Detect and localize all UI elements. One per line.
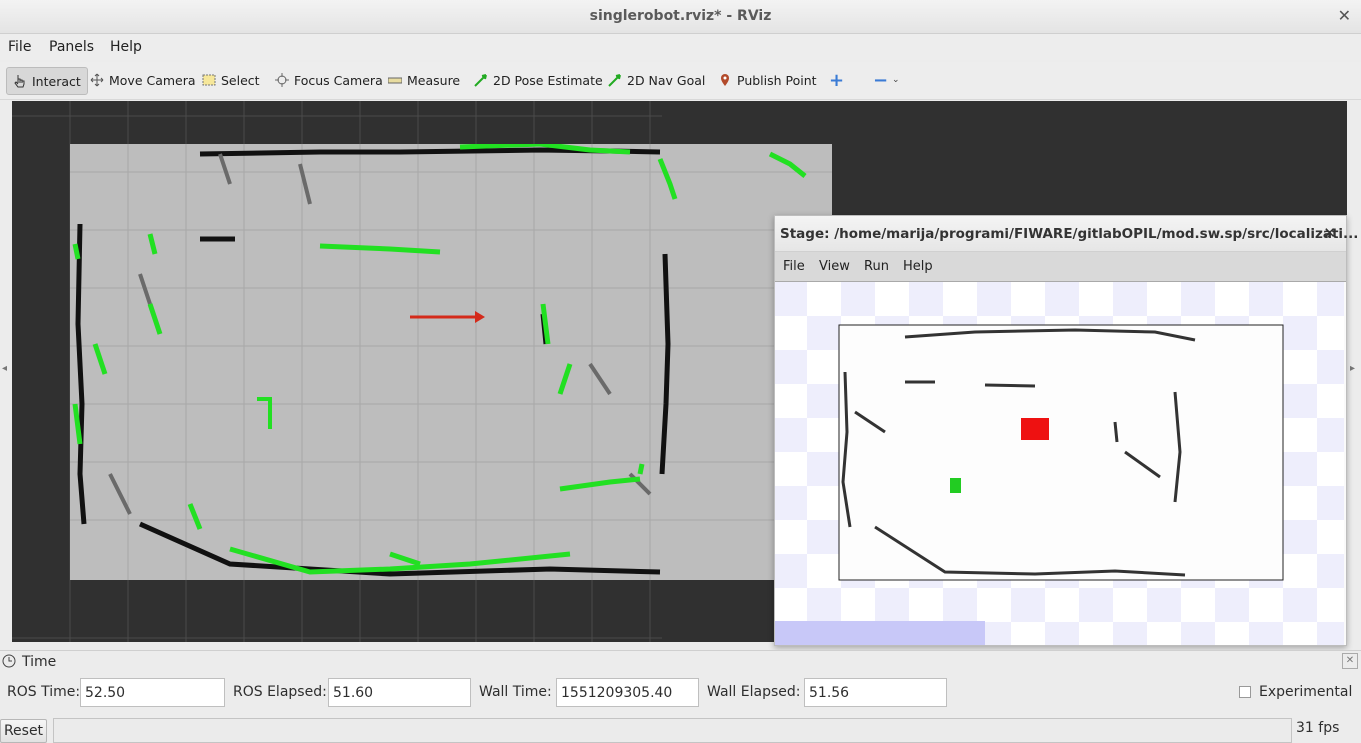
window-close-icon[interactable]: ✕ xyxy=(1338,6,1351,25)
stage-title: Stage: /home/marija/programi/FIWARE/gitl… xyxy=(780,226,1359,242)
interact-tool-button[interactable]: Interact xyxy=(6,67,88,95)
chevron-left-icon: ◂ xyxy=(2,363,8,374)
ros-elapsed-label: ROS Elapsed: xyxy=(233,684,327,700)
chevron-right-icon: ▸ xyxy=(1350,363,1356,374)
time-panel-title: Time xyxy=(22,654,57,670)
fps-indicator: 31 fps xyxy=(1296,720,1340,736)
window-titlebar: singlerobot.rviz* - RViz ✕ xyxy=(0,0,1361,34)
stage-menu-view[interactable]: View xyxy=(819,259,850,274)
left-dock-handle[interactable]: ◂ xyxy=(0,101,11,642)
hand-pointer-icon xyxy=(13,74,27,88)
green-arrow-icon xyxy=(608,73,622,87)
ruler-icon xyxy=(387,73,403,87)
experimental-label: Experimental xyxy=(1259,684,1353,700)
move-arrows-icon xyxy=(90,73,104,87)
window-title: singlerobot.rviz* - RViz xyxy=(589,8,772,24)
wall-time-field[interactable]: 1551209305.40 xyxy=(556,678,699,707)
status-bar: Reset 31 fps xyxy=(0,716,1361,743)
select-box-icon xyxy=(202,73,216,87)
map-pin-icon xyxy=(718,73,732,87)
pose-estimate-label: 2D Pose Estimate xyxy=(493,72,603,88)
move-camera-label: Move Camera xyxy=(109,72,196,88)
add-tool-icon[interactable]: + xyxy=(829,67,844,93)
ros-time-field[interactable]: 52.50 xyxy=(80,678,225,707)
nav-goal-button[interactable]: 2D Nav Goal xyxy=(608,67,705,93)
stage-titlebar: Stage: /home/marija/programi/FIWARE/gitl… xyxy=(775,216,1358,252)
stage-menubar: File View Run Help xyxy=(775,252,1346,282)
ros-elapsed-field[interactable]: 51.60 xyxy=(328,678,471,707)
green-arrow-icon xyxy=(474,73,488,87)
clock-icon xyxy=(2,654,16,672)
reset-button[interactable]: Reset xyxy=(0,719,47,743)
focus-target-icon xyxy=(275,73,289,87)
ros-time-label: ROS Time: xyxy=(7,684,81,700)
menu-file[interactable]: File xyxy=(8,39,31,55)
stage-menu-file[interactable]: File xyxy=(783,259,805,274)
map-graphics xyxy=(70,144,832,580)
chevron-down-icon[interactable]: ⌄ xyxy=(892,67,900,93)
stage-world-canvas[interactable] xyxy=(775,282,1344,645)
select-label: Select xyxy=(221,72,260,88)
wall-elapsed-field[interactable]: 51.56 xyxy=(804,678,947,707)
remove-tool-icon[interactable]: − xyxy=(873,67,888,93)
stage-close-icon[interactable]: ✕ xyxy=(1323,224,1336,242)
measure-label: Measure xyxy=(407,72,461,88)
time-fields: ROS Time: 52.50 ROS Elapsed: 51.60 Wall … xyxy=(0,675,1361,713)
publish-point-button[interactable]: Publish Point xyxy=(718,67,817,93)
occupancy-map xyxy=(70,144,832,580)
move-camera-button[interactable]: Move Camera xyxy=(90,67,196,93)
menu-panels[interactable]: Panels xyxy=(49,39,94,55)
interact-label: Interact xyxy=(32,73,81,89)
stage-robot-green xyxy=(950,478,961,493)
stage-window[interactable]: Stage: /home/marija/programi/FIWARE/gitl… xyxy=(774,215,1358,646)
wall-elapsed-label: Wall Elapsed: xyxy=(707,684,801,700)
stage-world xyxy=(775,282,1344,645)
stage-robot-red xyxy=(1021,418,1049,440)
right-dock-handle[interactable]: ▸ xyxy=(1348,101,1359,642)
toolbar: Interact Move Camera Select Focus Camera… xyxy=(0,62,1361,100)
measure-button[interactable]: Measure xyxy=(387,67,461,93)
select-button[interactable]: Select xyxy=(202,67,260,93)
time-panel-close-icon[interactable]: ✕ xyxy=(1342,653,1358,669)
nav-goal-label: 2D Nav Goal xyxy=(627,72,706,88)
focus-camera-label: Focus Camera xyxy=(294,72,383,88)
status-message-area xyxy=(53,718,1292,743)
pose-estimate-button[interactable]: 2D Pose Estimate xyxy=(474,67,603,93)
stage-menu-run[interactable]: Run xyxy=(864,259,889,274)
menubar: File Panels Help xyxy=(0,34,1361,60)
menu-help[interactable]: Help xyxy=(110,39,142,55)
experimental-checkbox[interactable] xyxy=(1239,686,1251,698)
wall-time-label: Wall Time: xyxy=(479,684,552,700)
publish-point-label: Publish Point xyxy=(737,72,817,88)
stage-menu-help[interactable]: Help xyxy=(903,259,933,274)
time-panel-header: Time ✕ xyxy=(0,650,1361,673)
focus-camera-button[interactable]: Focus Camera xyxy=(275,67,383,93)
